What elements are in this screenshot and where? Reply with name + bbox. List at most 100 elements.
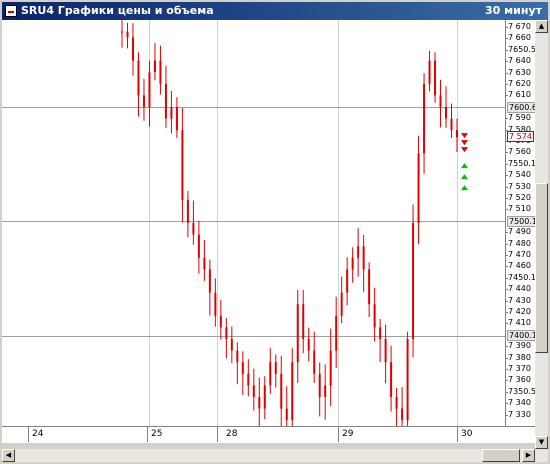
price-bar-body — [208, 269, 211, 293]
price-bar-body — [423, 83, 426, 154]
price-bar-body — [142, 95, 145, 107]
price-bar-body — [236, 350, 239, 363]
price-bar-body — [258, 397, 261, 409]
timeframe-label: 30 минут — [485, 4, 542, 17]
horizontal-scroll-thumb[interactable] — [482, 449, 520, 462]
price-bar-body — [428, 60, 431, 84]
price-tick-label: 7 510 — [506, 204, 531, 214]
price-bar-body — [412, 223, 415, 339]
chart-app-icon — [5, 5, 17, 17]
price-bar-body — [263, 385, 266, 409]
sell-signal-marker — [461, 133, 468, 139]
price-bar-body — [269, 362, 272, 386]
date-label: 25 — [151, 429, 163, 439]
price-bar-body — [351, 257, 354, 270]
price-tick-label: 7 590 — [506, 113, 531, 123]
price-tick-label: 7 340 — [506, 398, 531, 408]
price-bar-body — [170, 107, 173, 119]
price-tick-label: 7 420 — [506, 307, 531, 316]
price-bar-body — [313, 350, 316, 374]
price-bar-body — [153, 60, 156, 73]
scroll-right-arrow-icon[interactable]: ▶ — [522, 449, 535, 462]
price-axis: 7 670 7 660 7650.50 7 640 7 630 7 620 7 610 760… — [505, 20, 545, 426]
price-bar-body — [280, 373, 283, 409]
price-bar-body — [164, 83, 167, 119]
scroll-left-arrow-icon[interactable]: ◀ — [2, 449, 15, 462]
scroll-down-arrow-icon[interactable]: ▼ — [535, 436, 548, 449]
horizontal-scrollbar[interactable]: ◀ ▶ — [2, 449, 548, 462]
price-bar-body — [181, 130, 184, 200]
price-bar-body — [445, 107, 448, 119]
price-tick-label: 7 380 — [506, 352, 531, 362]
price-bar-body — [406, 339, 409, 421]
date-label: 28 — [226, 429, 238, 439]
price-bar-body — [373, 304, 376, 328]
price-bar-body — [148, 72, 151, 107]
price-bar-body — [175, 107, 178, 131]
price-tick-label: 7 480 — [506, 238, 531, 248]
price-bar-body — [307, 339, 310, 351]
price-bar-body — [324, 385, 327, 397]
price-bar-body — [296, 304, 299, 363]
title-bar[interactable]: SRU4 Графики цены и объема 30 минут — [2, 2, 548, 20]
price-bar-body — [456, 130, 458, 138]
price-bar-body — [417, 153, 420, 223]
price-bar-body — [384, 339, 387, 363]
price-tick-label: 7 330 — [506, 409, 531, 419]
price-bar-body — [379, 327, 382, 339]
price-bar-body — [335, 315, 338, 351]
buy-signal-marker — [461, 174, 468, 180]
scroll-up-arrow-icon[interactable]: ▲ — [535, 20, 548, 33]
price-tick-label: 7 410 — [506, 318, 531, 328]
price-tick-label: 7 670 — [506, 22, 531, 31]
price-bar-body — [346, 269, 349, 293]
price-tick-label: 7 360 — [506, 375, 531, 385]
price-bars — [121, 20, 468, 426]
buy-signal-marker — [461, 185, 468, 191]
price-tick-label: 7 390 — [506, 341, 531, 351]
price-bar-body — [318, 373, 321, 397]
date-axis: 24 25 28 29 30 — [2, 426, 535, 443]
price-tick-label: 7 530 — [506, 181, 531, 191]
date-tick — [457, 427, 458, 442]
price-bar-body — [219, 315, 222, 328]
sell-signal-marker — [461, 147, 468, 153]
date-label: 30 — [461, 429, 473, 439]
price-bar-body — [450, 118, 453, 131]
price-bar-body — [241, 362, 244, 374]
vertical-scroll-thumb[interactable] — [535, 183, 548, 353]
price-tick-label: 7 490 — [506, 227, 531, 237]
price-bar-body — [434, 60, 437, 96]
price-bar-body — [197, 234, 200, 258]
chart-window: SRU4 Графики цены и объема 30 минут 7 67… — [0, 0, 550, 464]
price-bar-body — [274, 362, 277, 374]
price-chart-plot[interactable] — [2, 20, 505, 426]
price-bar-body — [230, 339, 233, 351]
window-title: SRU4 Графики цены и объема — [21, 4, 214, 17]
date-tick — [147, 427, 148, 442]
price-bar-body — [225, 327, 228, 339]
vertical-scrollbar[interactable]: ▲ ▼ — [535, 20, 548, 449]
price-tick-label: 7 620 — [506, 79, 531, 88]
price-bar-body — [186, 199, 189, 223]
date-label: 29 — [342, 429, 354, 439]
date-tick — [338, 427, 339, 442]
buy-signal-marker — [461, 163, 468, 169]
price-tick-label: 7 440 — [506, 284, 531, 294]
price-bar-body — [159, 60, 162, 84]
price-bar-body — [390, 362, 393, 397]
current-price-label: 7 574 — [507, 131, 534, 142]
sell-signal-marker — [461, 140, 468, 146]
price-bar-body — [362, 246, 365, 270]
price-bar-body — [368, 269, 371, 305]
price-bar-body — [131, 37, 134, 61]
price-tick-label: 7 640 — [506, 56, 531, 66]
price-bar-body — [247, 373, 250, 386]
price-bar-body — [192, 223, 195, 235]
price-bar-body — [439, 95, 442, 107]
price-tick-label: 7 630 — [506, 67, 531, 77]
date-tick — [28, 427, 29, 442]
price-bar-body — [126, 31, 129, 38]
price-bar-body — [329, 350, 332, 386]
price-bar-body — [203, 257, 206, 270]
